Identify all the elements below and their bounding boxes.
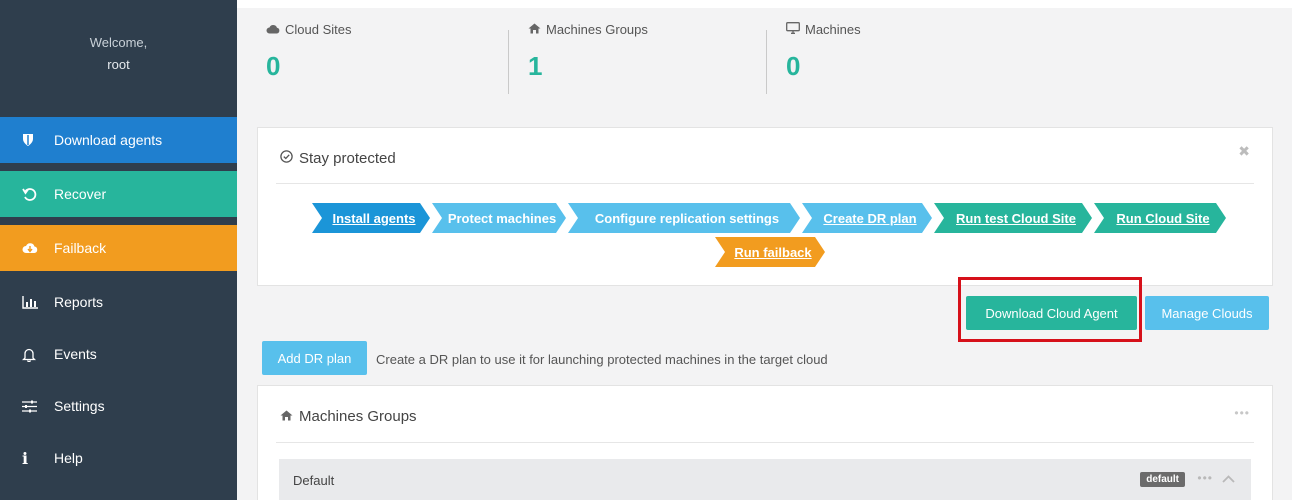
- machines-groups-panel: Machines Groups ••• Default default •••: [257, 385, 1273, 500]
- username: root: [107, 57, 130, 72]
- sidebar-item-label: Download agents: [54, 132, 163, 148]
- sidebar-item-recover[interactable]: Recover: [0, 171, 237, 217]
- stat-label: Machines Groups: [546, 22, 648, 37]
- welcome-text: Welcome,: [89, 35, 148, 50]
- stay-protected-title: Stay protected: [299, 150, 396, 167]
- cloud-icon: [266, 22, 280, 37]
- step-run-cloud-site[interactable]: Run Cloud Site: [1094, 203, 1226, 233]
- sidebar-item-download-agents[interactable]: Download agents: [0, 117, 237, 163]
- stat-divider: [766, 30, 767, 94]
- manage-clouds-button[interactable]: Manage Clouds: [1145, 296, 1269, 330]
- close-icon[interactable]: ✖: [1238, 143, 1250, 160]
- sidebar: Welcome, root Download agents Recover Fa…: [0, 0, 237, 500]
- step-protect-machines[interactable]: Protect machines: [432, 203, 566, 233]
- cloud-download-icon: [22, 242, 44, 254]
- stay-protected-panel: Stay protected ✖ Install agents Protect …: [257, 127, 1273, 286]
- stat-label: Machines: [805, 22, 861, 37]
- shield-icon: [22, 133, 44, 147]
- step-create-dr-plan[interactable]: Create DR plan: [802, 203, 932, 233]
- home-icon: [280, 408, 293, 425]
- sidebar-item-label: Failback: [54, 240, 107, 256]
- add-dr-plan-button[interactable]: Add DR plan: [262, 341, 367, 375]
- sidebar-item-events[interactable]: Events: [0, 331, 237, 377]
- sidebar-item-label: Help: [54, 450, 83, 466]
- stat-machines-groups: Machines Groups 1: [528, 22, 648, 82]
- sidebar-item-label: Events: [54, 346, 97, 362]
- chevron-up-icon[interactable]: [1222, 471, 1235, 486]
- step-configure-replication[interactable]: Configure replication settings: [568, 203, 800, 233]
- group-name: Default: [293, 473, 335, 488]
- undo-icon: [22, 187, 44, 202]
- table-row[interactable]: Default default •••: [279, 459, 1251, 500]
- status-badge: default: [1140, 472, 1185, 487]
- divider: [276, 183, 1254, 184]
- info-icon: i: [22, 448, 29, 468]
- monitor-icon: [786, 22, 800, 37]
- bell-icon: [22, 347, 44, 362]
- step-run-failback[interactable]: Run failback: [715, 237, 825, 267]
- stat-label: Cloud Sites: [285, 22, 352, 37]
- sidebar-item-help[interactable]: i Help: [0, 435, 237, 481]
- sidebar-item-reports[interactable]: Reports: [0, 279, 237, 325]
- highlight-annotation: [958, 277, 1142, 342]
- stat-value: 1: [528, 51, 543, 81]
- stat-value: 0: [266, 51, 281, 81]
- add-dr-plan-hint: Create a DR plan to use it for launching…: [376, 352, 828, 367]
- panel-title: Machines Groups: [280, 408, 417, 425]
- top-strip: [237, 0, 1292, 8]
- sidebar-item-failback[interactable]: Failback: [0, 225, 237, 271]
- logo: [60, 0, 90, 4]
- divider: [276, 442, 1254, 443]
- sidebar-item-label: Reports: [54, 294, 104, 310]
- more-options-icon[interactable]: •••: [1234, 406, 1250, 420]
- sliders-icon: [22, 400, 44, 413]
- bar-chart-icon: [22, 295, 44, 309]
- check-circle-icon: [280, 150, 293, 167]
- stat-cloud-sites: Cloud Sites 0: [266, 22, 351, 82]
- machines-groups-title: Machines Groups: [299, 408, 417, 425]
- sidebar-item-label: Settings: [54, 398, 105, 414]
- step-install-agents[interactable]: Install agents: [312, 203, 430, 233]
- more-options-icon[interactable]: •••: [1197, 471, 1213, 485]
- sidebar-item-label: Recover: [54, 186, 107, 202]
- home-icon: [528, 22, 541, 37]
- stat-value: 0: [786, 51, 801, 81]
- stat-machines: Machines 0: [786, 22, 861, 82]
- step-run-test-cloud-site[interactable]: Run test Cloud Site: [934, 203, 1092, 233]
- panel-title: Stay protected: [280, 150, 396, 167]
- stat-divider: [508, 30, 509, 94]
- sidebar-item-settings[interactable]: Settings: [0, 383, 237, 429]
